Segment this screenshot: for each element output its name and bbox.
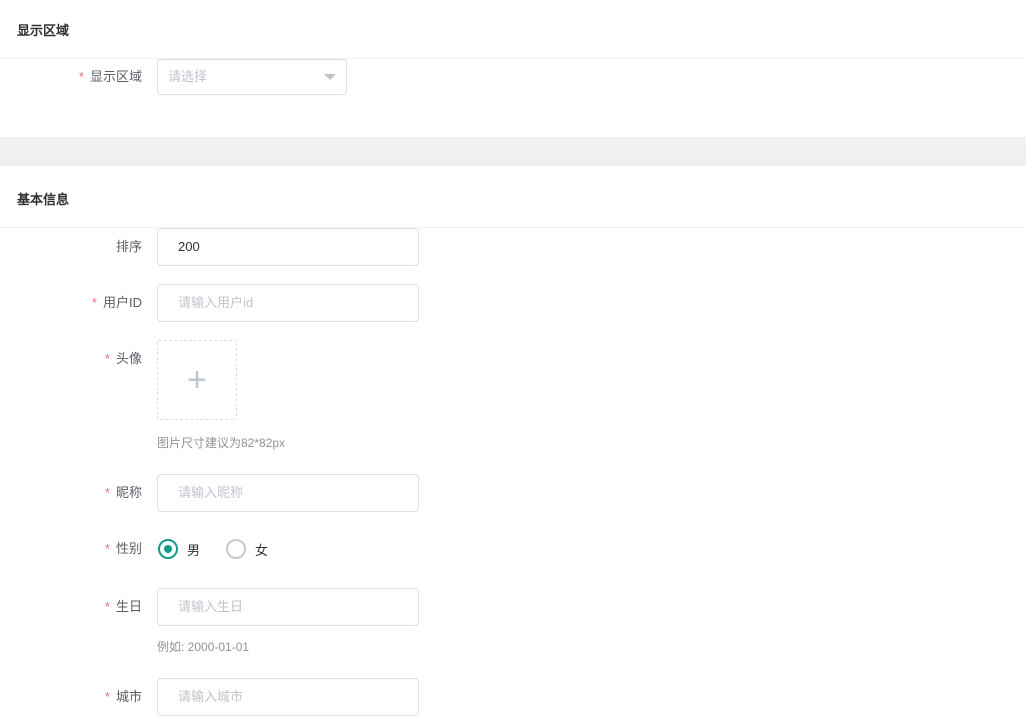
nickname-label: * 昵称 <box>2 484 142 502</box>
radio-label: 男 <box>187 542 201 558</box>
birthday-hint: 例如: 2000-01-01 <box>157 640 250 654</box>
label-text: 性别 <box>115 541 142 556</box>
required-mark: * <box>104 689 110 704</box>
caret-down-icon <box>324 74 336 80</box>
user-id-label: * 用户ID <box>2 294 142 312</box>
label-text: 城市 <box>115 689 142 704</box>
divider <box>0 227 1026 228</box>
gender-label: * 性别 <box>2 540 142 558</box>
avatar-hint: 图片尺寸建议为82*82px <box>157 436 286 450</box>
avatar-upload[interactable]: + <box>157 340 237 420</box>
city-input[interactable]: 请输入城市 <box>157 678 419 716</box>
nickname-input[interactable]: 请输入昵称 <box>157 474 419 512</box>
divider <box>0 58 1026 59</box>
sort-label: 排序 <box>2 238 142 256</box>
avatar-label: * 头像 <box>2 350 142 368</box>
section-title-display-area: 显示区域 <box>17 23 70 38</box>
birthday-label: * 生日 <box>2 598 142 616</box>
sort-input[interactable]: 200 <box>157 228 419 266</box>
radio-checked-icon <box>158 539 178 559</box>
label-text: 用户ID <box>102 295 142 310</box>
label-text: 头像 <box>115 351 142 366</box>
select-placeholder: 请选择 <box>168 69 208 84</box>
required-mark: * <box>104 351 110 366</box>
display-area-label: * 显示区域 <box>2 68 142 86</box>
label-text: 显示区域 <box>89 69 142 84</box>
city-label: * 城市 <box>2 688 142 706</box>
label-text: 昵称 <box>115 485 142 500</box>
required-mark: * <box>104 485 110 500</box>
section-separator <box>0 137 1026 166</box>
section-title-basic-info: 基本信息 <box>17 192 70 207</box>
label-text: 生日 <box>115 599 142 614</box>
gender-radio-male[interactable]: 男 <box>158 539 200 559</box>
gender-radio-female[interactable]: 女 <box>226 539 268 559</box>
required-mark: * <box>78 69 84 84</box>
user-id-input[interactable]: 请输入用户id <box>157 284 419 322</box>
label-text: 排序 <box>115 239 142 254</box>
birthday-input[interactable]: 请输入生日 <box>157 588 419 626</box>
required-mark: * <box>104 599 110 614</box>
radio-label: 女 <box>255 542 269 558</box>
radio-unchecked-icon <box>226 539 246 559</box>
required-mark: * <box>104 541 110 556</box>
required-mark: * <box>91 295 97 310</box>
display-area-select[interactable]: 请选择 <box>157 59 347 95</box>
plus-icon: + <box>187 360 207 399</box>
